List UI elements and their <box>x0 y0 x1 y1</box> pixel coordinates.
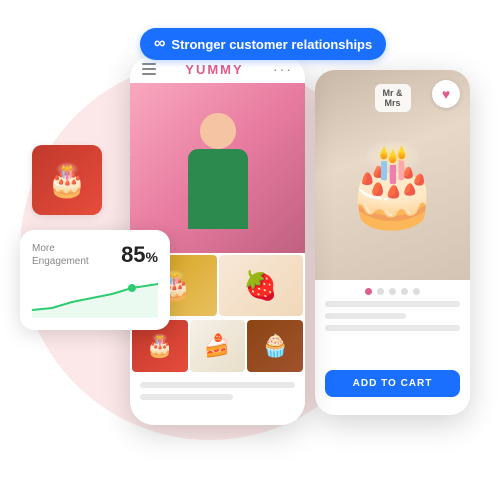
product-image: Mr &Mrs 🎂 ♥ <box>315 70 470 280</box>
dot-3[interactable] <box>389 288 396 295</box>
phone-hero-image <box>130 83 305 253</box>
percent-value: 85 <box>121 242 145 267</box>
product-line-3 <box>325 325 460 331</box>
engagement-header: MoreEngagement 85% <box>32 242 158 268</box>
food-big-item-2: 🍓 <box>219 255 304 316</box>
placeholder-line-2 <box>140 394 233 400</box>
phone-bottom <box>130 374 305 404</box>
person-head <box>200 113 236 149</box>
phone-secondary: Mr &Mrs 🎂 ♥ ADD TO CART <box>315 70 470 415</box>
dot-2[interactable] <box>377 288 384 295</box>
engagement-percent: 85% <box>121 242 158 268</box>
infinity-icon: ∞ <box>154 35 163 53</box>
wedding-cake-emoji: 🎂 <box>343 138 443 232</box>
placeholder-line-1 <box>140 382 295 388</box>
dot-4[interactable] <box>401 288 408 295</box>
add-to-cart-button[interactable]: ADD TO CART <box>325 370 460 397</box>
heart-icon[interactable]: ♥ <box>432 80 460 108</box>
hamburger-icon[interactable] <box>142 63 156 75</box>
product-line-2 <box>325 313 406 319</box>
menu-dots-icon[interactable]: ··· <box>273 61 293 77</box>
engagement-card: MoreEngagement 85% <box>20 230 170 330</box>
food-grid-item-2 <box>190 320 246 372</box>
relationship-badge: ∞ Stronger customer relationships <box>140 28 386 60</box>
engagement-chart <box>32 280 158 318</box>
product-line-1 <box>325 301 460 307</box>
phone-brand: YUMMY <box>185 62 243 77</box>
percent-sign: % <box>146 249 158 265</box>
image-dot-indicators <box>315 280 470 301</box>
dot-1[interactable] <box>365 288 372 295</box>
food-grid-item-3 <box>247 320 303 372</box>
chart-svg <box>32 280 158 318</box>
cake-thumbnail: 🎂 <box>32 145 102 215</box>
badge-label: Stronger customer relationships <box>171 37 372 52</box>
dot-5[interactable] <box>413 288 420 295</box>
mr-mrs-label: Mr &Mrs <box>375 84 411 112</box>
person-image <box>178 103 258 253</box>
engagement-label: MoreEngagement <box>32 242 89 268</box>
product-info <box>315 301 470 331</box>
person-body <box>188 149 248 229</box>
